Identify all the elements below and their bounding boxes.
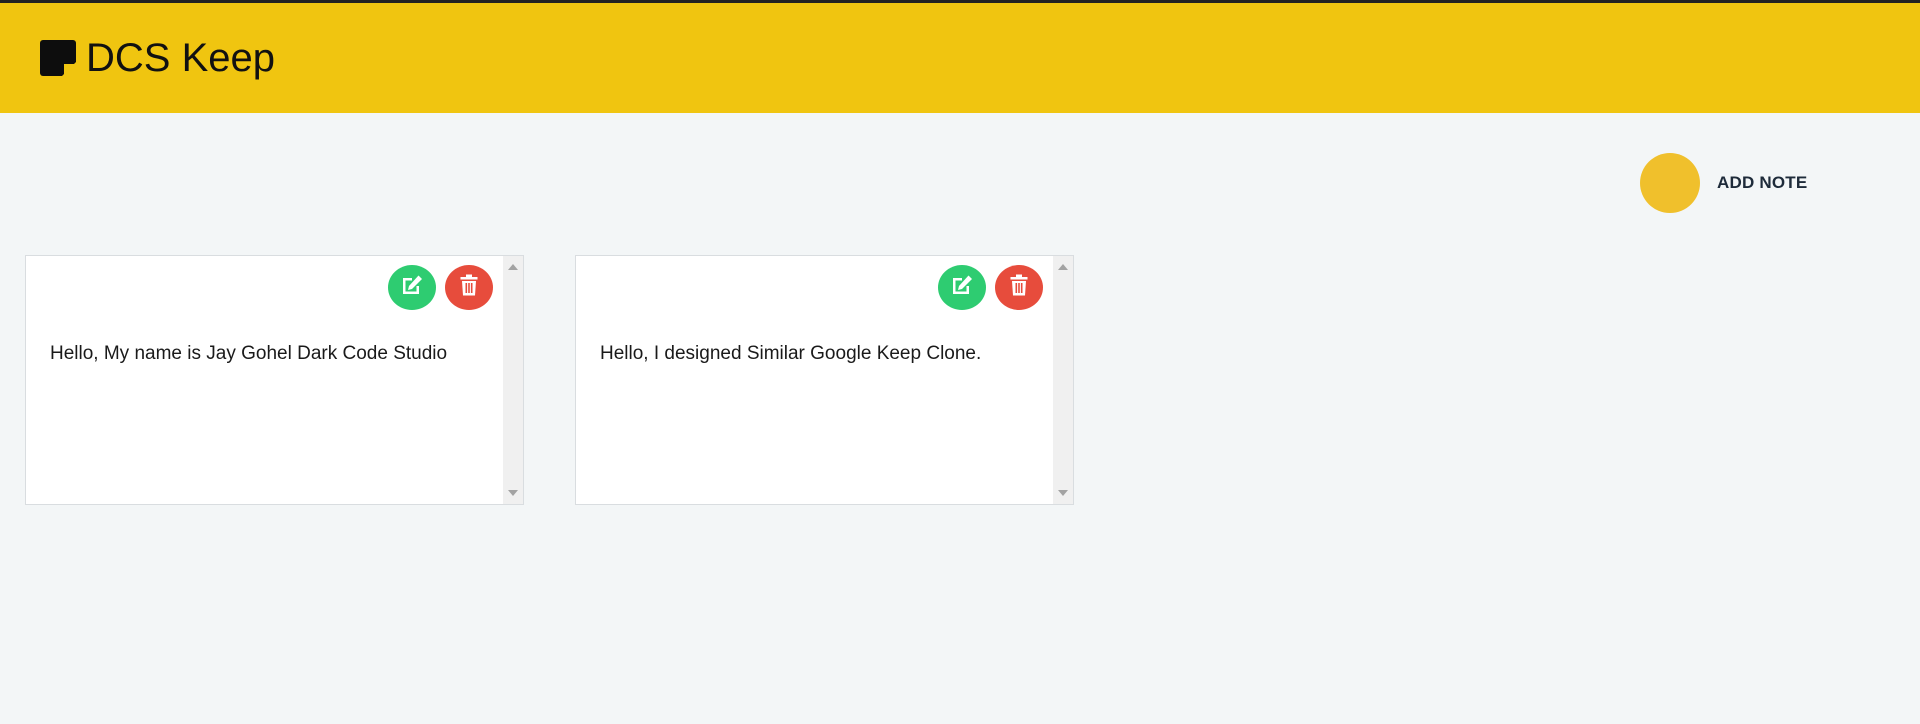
edit-note-button[interactable] [938,265,986,310]
delete-note-button[interactable] [995,265,1043,310]
note-card: Hello, My name is Jay Gohel Dark Code St… [25,255,524,505]
add-note-circle-icon[interactable] [1640,153,1700,213]
note-text[interactable]: Hello, My name is Jay Gohel Dark Code St… [50,343,447,365]
scroll-up-arrow-icon[interactable] [1058,264,1068,270]
trash-icon [460,274,478,301]
scroll-up-arrow-icon[interactable] [508,264,518,270]
scroll-down-arrow-icon[interactable] [1058,490,1068,496]
scroll-down-arrow-icon[interactable] [508,490,518,496]
note-scrollbar[interactable] [503,256,523,504]
edit-note-button[interactable] [388,265,436,310]
main-content: ADD NOTE Hello, My name is Jay Gohel Dar… [0,113,1920,724]
note-actions [388,265,493,310]
add-note-label[interactable]: ADD NOTE [1717,173,1807,193]
trash-icon [1010,274,1028,301]
note-scrollbar[interactable] [1053,256,1073,504]
edit-icon [950,274,974,301]
app-title: DCS Keep [86,36,275,80]
note-card: Hello, I designed Similar Google Keep Cl… [575,255,1074,505]
add-note-button[interactable]: ADD NOTE [1640,153,1807,213]
note-textarea[interactable]: Hello, My name is Jay Gohel Dark Code St… [26,256,502,504]
delete-note-button[interactable] [445,265,493,310]
sticky-note-icon [40,40,76,76]
note-text[interactable]: Hello, I designed Similar Google Keep Cl… [600,343,981,365]
app-header: DCS Keep [0,3,1920,113]
note-textarea[interactable]: Hello, I designed Similar Google Keep Cl… [576,256,1052,504]
note-actions [938,265,1043,310]
edit-icon [400,274,424,301]
